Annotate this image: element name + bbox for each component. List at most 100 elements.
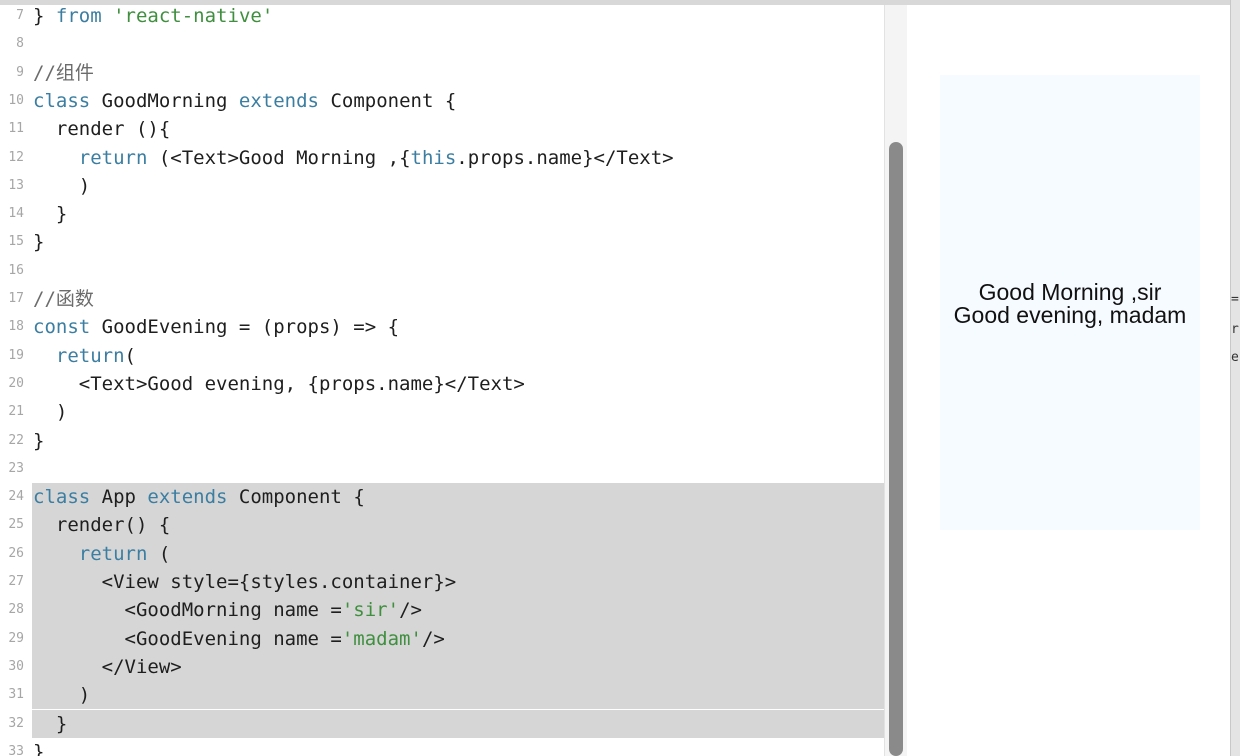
code-line[interactable]: 29 <GoodEvening name ='madam'/> (0, 624, 884, 653)
code-text[interactable]: ) (32, 172, 884, 200)
code-token: GoodEvening = (props) => { (90, 316, 400, 339)
code-text[interactable]: } (32, 228, 884, 256)
line-number: 21 (8, 404, 24, 420)
code-text[interactable]: <Text>Good evening, {props.name}</Text> (32, 370, 884, 398)
code-line[interactable]: 12 return (<Text>Good Morning ,{this.pro… (0, 144, 884, 172)
code-token: /> (421, 627, 445, 650)
code-text[interactable]: class GoodMorning extends Component { (32, 87, 884, 115)
code-line[interactable]: 31 ) (0, 681, 884, 710)
line-number: 9 (16, 64, 24, 80)
code-line[interactable]: 15} (0, 228, 884, 256)
line-number: 12 (8, 149, 24, 165)
code-token: } (33, 712, 68, 735)
code-line[interactable]: 18 const GoodEvening = (props) => { (0, 313, 884, 341)
app-window: 7} from 'react-native' 8 9//组件 10 class Good… (0, 0, 1240, 756)
code-text[interactable]: class App extends Component { (32, 483, 884, 512)
code-line[interactable]: 11 render (){ (0, 115, 884, 143)
code-line[interactable]: 25 render() { (0, 511, 884, 540)
code-token: ) (33, 684, 91, 707)
code-line[interactable]: 24 class App extends Component { (0, 483, 884, 512)
code-text[interactable]: return( (32, 342, 884, 370)
code-token: <GoodMorning name = (33, 599, 342, 622)
code-text[interactable]: //函数 (32, 285, 884, 313)
scrollbar-thumb[interactable] (889, 142, 903, 756)
code-text[interactable]: //组件 (32, 59, 884, 87)
code-line[interactable]: 9 //组件 (0, 59, 884, 87)
code-line[interactable]: 14 } (0, 200, 884, 228)
editor-scrollbar[interactable] (884, 5, 908, 756)
code-token: } (33, 740, 45, 756)
code-text[interactable]: } (32, 427, 884, 455)
line-number: 16 (8, 262, 24, 278)
code-line[interactable]: 17 //函数 (0, 285, 884, 313)
adjacent-window-edge: = r e (1230, 0, 1240, 756)
preview-good-evening-text: Good evening, madam (953, 302, 1187, 328)
code-line[interactable]: 13 ) (0, 172, 884, 200)
code-editor[interactable]: 7} from 'react-native' 8 9//组件 10 class Good… (0, 5, 884, 756)
code-token: Component { (319, 89, 457, 112)
code-token: } (33, 231, 45, 254)
code-text[interactable]: return (<Text>Good Morning ,{this.props.… (32, 144, 884, 172)
line-number: 8 (16, 36, 24, 52)
code-line[interactable]: 7 } from 'react-native' (0, 5, 884, 30)
code-line[interactable]: 16 (0, 257, 884, 285)
code-text[interactable]: } (32, 200, 884, 228)
code-token: ( (124, 344, 136, 367)
line-number: 30 (8, 658, 24, 674)
code-text[interactable] (32, 455, 884, 483)
code-token: ) (33, 174, 91, 197)
code-token: <Text>Good evening, {props.name}</Text> (33, 372, 525, 395)
code-text[interactable]: <View style={styles.container}> (32, 568, 884, 597)
edge-glyph: e (1231, 350, 1239, 365)
code-line[interactable]: 23 (0, 455, 884, 483)
code-line[interactable]: 30 </View> (0, 652, 884, 682)
code-token: 'react-native' (113, 5, 274, 27)
code-token: from (55, 5, 102, 27)
code-token: ( (147, 542, 171, 565)
code-line[interactable]: 28 <GoodMorning name ='sir'/> (0, 596, 884, 625)
code-line[interactable]: 8 (0, 30, 884, 58)
code-token: extends (238, 89, 319, 112)
code-token: </View> (33, 655, 182, 678)
line-number: 19 (8, 347, 24, 363)
code-text[interactable]: <GoodEvening name ='madam'/> (32, 624, 884, 653)
line-number: 28 (8, 602, 24, 618)
code-text[interactable] (32, 30, 884, 58)
code-token: <View style={styles.container}> (33, 571, 457, 593)
code-line[interactable]: 33} (0, 738, 884, 756)
code-text[interactable]: } from 'react-native' (32, 5, 884, 30)
code-token: extends (147, 486, 228, 509)
code-text[interactable]: return ( (32, 539, 884, 568)
code-token: .props.name}</Text> (456, 146, 674, 169)
code-line[interactable]: 22} (0, 427, 884, 455)
code-text[interactable]: render (){ (32, 115, 884, 143)
line-number: 7 (16, 8, 24, 23)
code-line[interactable]: 19 return( (0, 342, 884, 370)
code-line[interactable]: 21 ) (0, 398, 884, 426)
device-preview: Good Morning ,sir Good evening, madam (940, 75, 1200, 530)
code-line[interactable]: 20 <Text>Good evening, {props.name}</Tex… (0, 370, 884, 398)
code-line[interactable]: 10 class GoodMorning extends Component { (0, 87, 884, 115)
code-line[interactable]: 32 } (0, 709, 884, 738)
code-text[interactable] (32, 257, 884, 285)
code-text[interactable]: ) (32, 398, 884, 426)
code-text[interactable]: <GoodMorning name ='sir'/> (32, 596, 884, 625)
line-number: 27 (8, 574, 24, 589)
code-text[interactable]: const GoodEvening = (props) => { (32, 313, 884, 341)
code-token: } (33, 429, 45, 452)
preview-pane: Good Morning ,sir Good evening, madam (907, 5, 1229, 756)
code-text[interactable]: ) (32, 681, 884, 710)
code-token: //函数 (33, 288, 94, 310)
code-token: Component { (227, 486, 365, 509)
code-token: App (90, 486, 148, 509)
code-text[interactable]: render() { (32, 511, 884, 540)
line-number: 11 (8, 121, 24, 137)
code-token: } (33, 203, 68, 226)
code-line[interactable]: 27 <View style={styles.container}> (0, 568, 884, 597)
code-token: /> (399, 599, 422, 622)
code-text[interactable]: } (32, 738, 884, 756)
code-text[interactable]: </View> (32, 652, 884, 682)
code-line[interactable]: 26 return ( (0, 539, 884, 568)
code-text[interactable]: } (32, 709, 884, 738)
